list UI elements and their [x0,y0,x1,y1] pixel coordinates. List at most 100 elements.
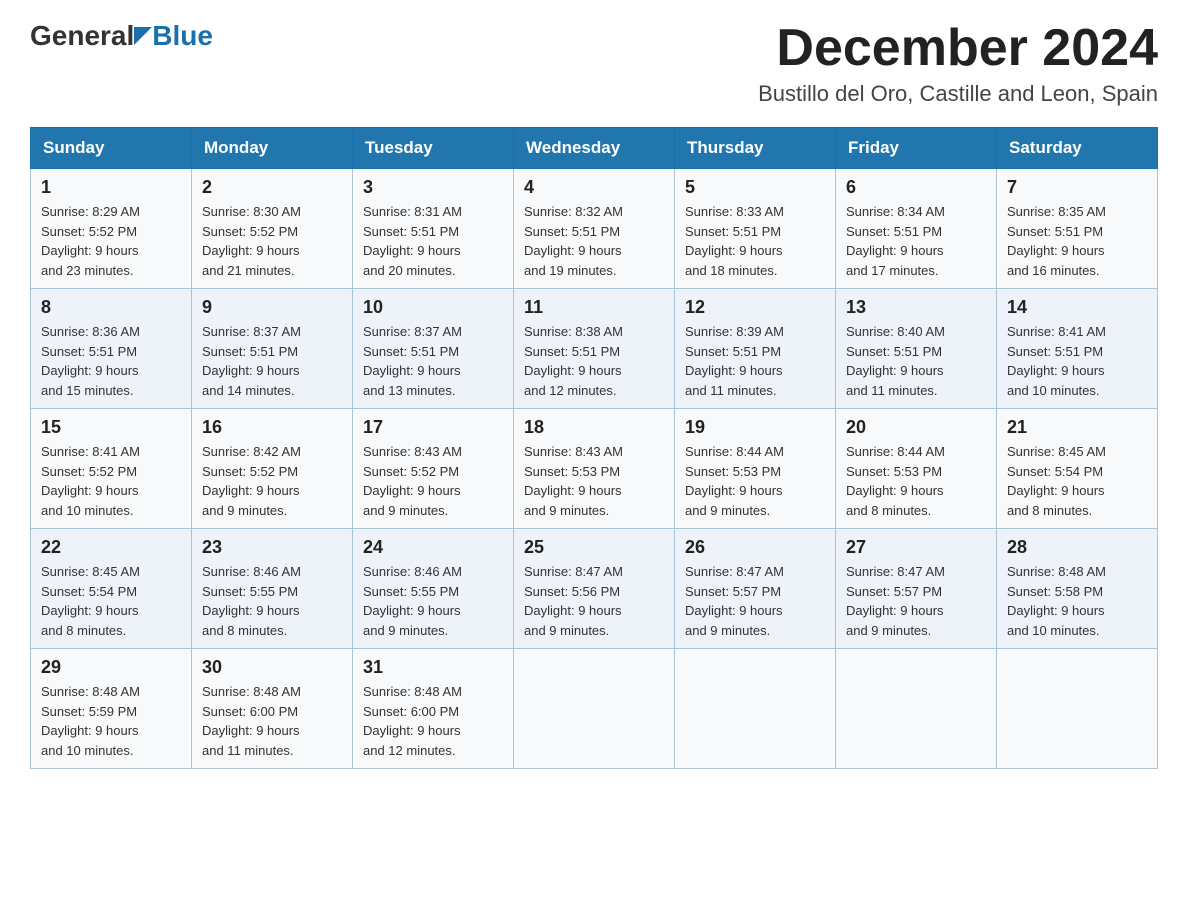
sunset-label: Sunset: 5:55 PM [202,584,298,599]
calendar-cell: 8 Sunrise: 8:36 AM Sunset: 5:51 PM Dayli… [31,289,192,409]
calendar-cell: 16 Sunrise: 8:42 AM Sunset: 5:52 PM Dayl… [192,409,353,529]
daylight-label: Daylight: 9 hours [1007,243,1105,258]
sunrise-label: Sunrise: 8:47 AM [685,564,784,579]
day-number: 5 [685,177,825,198]
day-number: 22 [41,537,181,558]
day-number: 7 [1007,177,1147,198]
daylight-label: Daylight: 9 hours [1007,363,1105,378]
sunrise-label: Sunrise: 8:33 AM [685,204,784,219]
daylight-label: Daylight: 9 hours [202,723,300,738]
day-info: Sunrise: 8:40 AM Sunset: 5:51 PM Dayligh… [846,322,986,400]
calendar-week-row: 22 Sunrise: 8:45 AM Sunset: 5:54 PM Dayl… [31,529,1158,649]
calendar-cell: 13 Sunrise: 8:40 AM Sunset: 5:51 PM Dayl… [836,289,997,409]
daylight-minutes: and 8 minutes. [41,623,126,638]
day-info: Sunrise: 8:47 AM Sunset: 5:56 PM Dayligh… [524,562,664,640]
sunset-label: Sunset: 5:51 PM [41,344,137,359]
daylight-label: Daylight: 9 hours [524,363,622,378]
weekday-header-friday: Friday [836,128,997,169]
daylight-label: Daylight: 9 hours [846,243,944,258]
sunrise-label: Sunrise: 8:30 AM [202,204,301,219]
calendar-week-row: 1 Sunrise: 8:29 AM Sunset: 5:52 PM Dayli… [31,169,1158,289]
daylight-label: Daylight: 9 hours [1007,483,1105,498]
calendar-cell [675,649,836,769]
daylight-minutes: and 8 minutes. [202,623,287,638]
day-number: 4 [524,177,664,198]
weekday-header-sunday: Sunday [31,128,192,169]
sunset-label: Sunset: 5:53 PM [685,464,781,479]
day-info: Sunrise: 8:44 AM Sunset: 5:53 PM Dayligh… [846,442,986,520]
sunset-label: Sunset: 5:52 PM [202,224,298,239]
daylight-label: Daylight: 9 hours [1007,603,1105,618]
day-number: 16 [202,417,342,438]
daylight-label: Daylight: 9 hours [524,243,622,258]
calendar-week-row: 15 Sunrise: 8:41 AM Sunset: 5:52 PM Dayl… [31,409,1158,529]
sunset-label: Sunset: 5:53 PM [846,464,942,479]
day-info: Sunrise: 8:47 AM Sunset: 5:57 PM Dayligh… [685,562,825,640]
daylight-minutes: and 9 minutes. [524,623,609,638]
day-number: 3 [363,177,503,198]
sunset-label: Sunset: 5:53 PM [524,464,620,479]
day-number: 23 [202,537,342,558]
calendar-cell: 18 Sunrise: 8:43 AM Sunset: 5:53 PM Dayl… [514,409,675,529]
daylight-minutes: and 13 minutes. [363,383,456,398]
day-info: Sunrise: 8:30 AM Sunset: 5:52 PM Dayligh… [202,202,342,280]
calendar-cell: 11 Sunrise: 8:38 AM Sunset: 5:51 PM Dayl… [514,289,675,409]
sunrise-label: Sunrise: 8:40 AM [846,324,945,339]
daylight-minutes: and 11 minutes. [685,383,777,398]
logo-triangle-icon [134,27,152,45]
day-info: Sunrise: 8:33 AM Sunset: 5:51 PM Dayligh… [685,202,825,280]
day-number: 20 [846,417,986,438]
page-header: General Blue December 2024 Bustillo del … [30,20,1158,107]
day-number: 19 [685,417,825,438]
day-info: Sunrise: 8:43 AM Sunset: 5:53 PM Dayligh… [524,442,664,520]
daylight-label: Daylight: 9 hours [846,603,944,618]
daylight-label: Daylight: 9 hours [685,603,783,618]
day-info: Sunrise: 8:29 AM Sunset: 5:52 PM Dayligh… [41,202,181,280]
sunrise-label: Sunrise: 8:31 AM [363,204,462,219]
daylight-label: Daylight: 9 hours [363,243,461,258]
daylight-minutes: and 12 minutes. [524,383,617,398]
calendar-cell: 19 Sunrise: 8:44 AM Sunset: 5:53 PM Dayl… [675,409,836,529]
daylight-minutes: and 10 minutes. [1007,623,1100,638]
daylight-label: Daylight: 9 hours [685,243,783,258]
calendar-cell: 2 Sunrise: 8:30 AM Sunset: 5:52 PM Dayli… [192,169,353,289]
day-number: 6 [846,177,986,198]
sunset-label: Sunset: 5:51 PM [524,224,620,239]
day-info: Sunrise: 8:46 AM Sunset: 5:55 PM Dayligh… [202,562,342,640]
daylight-label: Daylight: 9 hours [524,483,622,498]
location-title: Bustillo del Oro, Castille and Leon, Spa… [758,81,1158,107]
day-number: 8 [41,297,181,318]
daylight-label: Daylight: 9 hours [685,363,783,378]
sunset-label: Sunset: 5:51 PM [685,224,781,239]
daylight-minutes: and 19 minutes. [524,263,617,278]
sunset-label: Sunset: 5:51 PM [846,344,942,359]
daylight-minutes: and 8 minutes. [846,503,931,518]
calendar-cell: 26 Sunrise: 8:47 AM Sunset: 5:57 PM Dayl… [675,529,836,649]
daylight-label: Daylight: 9 hours [202,243,300,258]
sunrise-label: Sunrise: 8:35 AM [1007,204,1106,219]
calendar-cell: 9 Sunrise: 8:37 AM Sunset: 5:51 PM Dayli… [192,289,353,409]
weekday-header-thursday: Thursday [675,128,836,169]
sunrise-label: Sunrise: 8:37 AM [363,324,462,339]
daylight-label: Daylight: 9 hours [41,603,139,618]
sunrise-label: Sunrise: 8:37 AM [202,324,301,339]
day-info: Sunrise: 8:47 AM Sunset: 5:57 PM Dayligh… [846,562,986,640]
sunset-label: Sunset: 5:51 PM [1007,344,1103,359]
daylight-label: Daylight: 9 hours [846,363,944,378]
sunrise-label: Sunrise: 8:46 AM [363,564,462,579]
sunrise-label: Sunrise: 8:48 AM [1007,564,1106,579]
sunset-label: Sunset: 5:57 PM [685,584,781,599]
sunrise-label: Sunrise: 8:36 AM [41,324,140,339]
day-info: Sunrise: 8:48 AM Sunset: 6:00 PM Dayligh… [202,682,342,760]
daylight-minutes: and 21 minutes. [202,263,295,278]
day-info: Sunrise: 8:45 AM Sunset: 5:54 PM Dayligh… [41,562,181,640]
sunrise-label: Sunrise: 8:46 AM [202,564,301,579]
sunrise-label: Sunrise: 8:41 AM [1007,324,1106,339]
calendar-cell: 25 Sunrise: 8:47 AM Sunset: 5:56 PM Dayl… [514,529,675,649]
daylight-minutes: and 9 minutes. [846,623,931,638]
daylight-minutes: and 12 minutes. [363,743,456,758]
daylight-label: Daylight: 9 hours [41,243,139,258]
calendar-cell: 30 Sunrise: 8:48 AM Sunset: 6:00 PM Dayl… [192,649,353,769]
sunset-label: Sunset: 6:00 PM [202,704,298,719]
daylight-minutes: and 11 minutes. [202,743,294,758]
